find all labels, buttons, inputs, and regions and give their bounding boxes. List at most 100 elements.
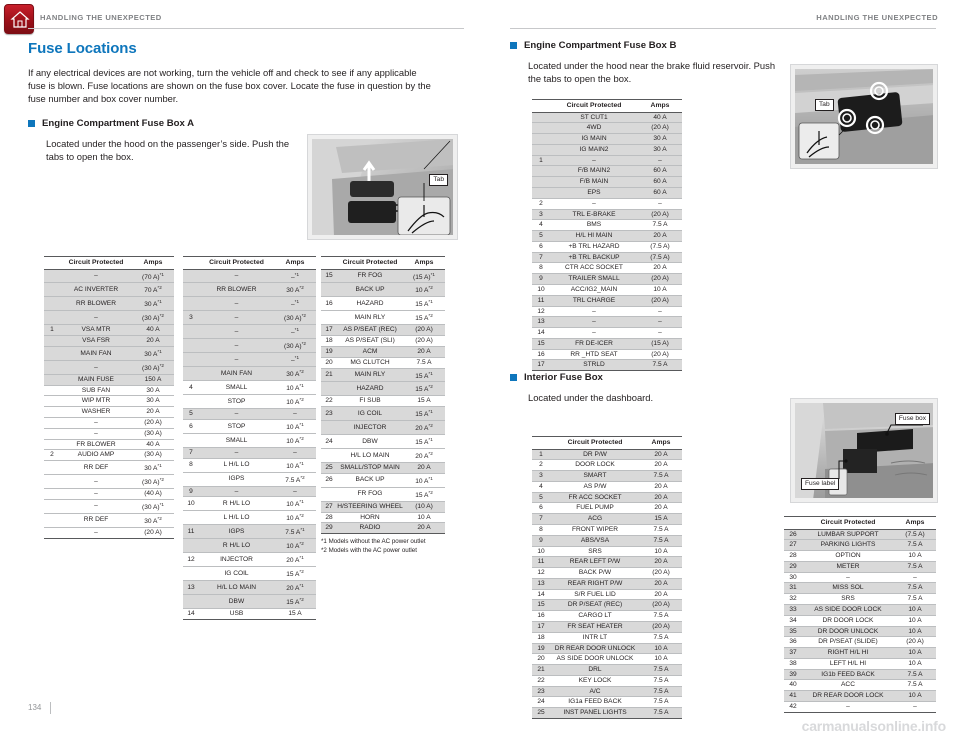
cell-fuse-number: 28 <box>321 512 337 524</box>
cell-fuse-number: 3 <box>532 209 550 221</box>
cell-circuit-protected: F/B MAIN <box>550 176 638 188</box>
cell-amps: 10 A <box>640 643 682 655</box>
cell-amps: 10 A <box>894 604 936 616</box>
cell-circuit-protected: FR BLOWER <box>60 439 132 451</box>
cell-fuse-number: 16 <box>532 610 550 622</box>
cell-fuse-number: 1 <box>44 324 60 337</box>
table-row: 21 DRL 7.5 A <box>532 664 682 676</box>
cell-amps: – <box>638 316 682 329</box>
cell-amps: 30 A <box>638 144 682 156</box>
table-fuse-box-b: Circuit Protected Amps ST CUT1 40 A 4WD (20… <box>532 99 682 372</box>
table-row: INJECTOR 20 A*2 <box>321 420 445 436</box>
cell-fuse-number <box>44 417 60 429</box>
cell-amps: – <box>894 701 936 713</box>
cell-amps: 15 A <box>274 608 316 620</box>
cell-circuit-protected: – <box>199 296 274 312</box>
cell-circuit-protected: IGPS <box>199 524 274 540</box>
cell-amps: 15 A*2 <box>403 310 445 326</box>
cell-fuse-number: 29 <box>784 561 802 573</box>
footnote-1: *1 Models without the AC power outlet <box>321 538 426 546</box>
cell-fuse-number <box>44 296 60 312</box>
cell-fuse-number: 33 <box>784 604 802 616</box>
cell-fuse-number: 38 <box>784 658 802 670</box>
cell-circuit-protected: FR FOG <box>337 487 403 502</box>
cell-fuse-number: 10 <box>532 284 550 296</box>
cell-amps: (15 A) <box>638 338 682 350</box>
table-row: STOP 10 A*2 <box>183 394 316 410</box>
cell-amps: (20 A) <box>638 295 682 307</box>
cell-circuit-protected: INTR LT <box>550 632 640 644</box>
col-amps-header: Amps <box>274 256 316 270</box>
cell-fuse-number: 37 <box>784 647 802 659</box>
table-row: WIP MTR 30 A <box>44 395 174 408</box>
cell-circuit-protected: REAR RIGHT P/W <box>550 578 640 590</box>
table-row: 26 LUMBAR SUPPORT (7.5 A) <box>784 529 936 541</box>
cell-fuse-number: 17 <box>532 359 550 372</box>
cell-fuse-number: 1 <box>532 449 550 461</box>
cell-fuse-number: 30 <box>784 572 802 584</box>
cell-circuit-protected: IGPS <box>199 472 274 487</box>
cell-fuse-number: 17 <box>532 621 550 633</box>
table-row: RR BLOWER 30 A*2 <box>183 282 316 298</box>
cell-amps: 10 A*2 <box>274 394 316 410</box>
cell-fuse-number <box>321 448 337 464</box>
cell-fuse-number <box>183 352 199 368</box>
table-row: 30– – <box>784 572 936 584</box>
table-row: 19 DR REAR DOOR UNLOCK 10 A <box>532 643 682 655</box>
table-row: 4WD (20 A) <box>532 122 682 135</box>
home-icon[interactable] <box>4 4 34 34</box>
cell-amps: 30 A*2 <box>132 513 174 528</box>
table-row: 22 KEY LOCK 7.5 A <box>532 675 682 687</box>
table-row: 14 S/R FUEL LID 20 A <box>532 589 682 601</box>
cell-circuit-protected: FI SUB <box>337 395 403 408</box>
cell-fuse-number <box>44 499 60 514</box>
cell-fuse-number: 18 <box>321 335 337 347</box>
cell-circuit-protected: STOP <box>199 419 274 434</box>
cell-circuit-protected: L H/L LO <box>199 458 274 473</box>
cell-amps: (7.5 A) <box>638 252 682 264</box>
cell-circuit-protected: AC INVERTER <box>60 282 132 298</box>
body-fuse-box-a: Located under the hood on the passenger’… <box>46 137 290 162</box>
cell-amps: 20 A <box>638 230 682 242</box>
cell-fuse-number <box>183 269 199 284</box>
cell-circuit-protected: KEY LOCK <box>550 675 640 687</box>
table-row: WASHER 20 A <box>44 406 174 418</box>
table-row: 17 AS P/SEAT (REC) (20 A) <box>321 324 445 337</box>
table-row: – (40 A) <box>44 488 174 500</box>
table-row: 27 PARKING LIGHTS 7.5 A <box>784 539 936 552</box>
col-circuit-header: Circuit Protected <box>550 436 640 450</box>
cell-circuit-protected: RR DEF <box>60 460 132 476</box>
table-row: 25 INST PANEL LIGHTS 7.5 A <box>532 707 682 720</box>
cell-fuse-number <box>44 488 60 500</box>
cell-fuse-number: 24 <box>321 434 337 450</box>
cell-fuse-number: 18 <box>532 632 550 644</box>
cell-amps: 20 A <box>640 481 682 493</box>
cell-fuse-number: 3 <box>532 470 550 482</box>
cell-fuse-number: 32 <box>784 593 802 605</box>
cell-fuse-number <box>183 394 199 410</box>
cell-amps: (20 A) <box>638 273 682 285</box>
cell-circuit-protected: R H/L LO <box>199 538 274 554</box>
cell-fuse-number: 27 <box>784 539 802 552</box>
table-row: 15 FR FOG (15 A)*1 <box>321 269 445 284</box>
cell-fuse-number <box>44 335 60 347</box>
cell-fuse-number: 12 <box>183 552 199 568</box>
table-row: VSA FSR 20 A <box>44 335 174 347</box>
table-row: 18 AS P/SEAT (SLI) (20 A) <box>321 335 445 347</box>
table-row: H/L LO MAIN 20 A*2 <box>321 448 445 464</box>
cell-fuse-number <box>44 513 60 528</box>
cell-fuse-number: 2 <box>532 198 550 210</box>
watermark: carmanualsonline.info <box>801 718 947 734</box>
cell-circuit-protected: 4WD <box>550 122 638 135</box>
cell-circuit-protected: STOP <box>199 394 274 410</box>
cell-circuit-protected: DOOR LOCK <box>550 459 640 472</box>
cell-circuit-protected: WASHER <box>60 406 132 418</box>
cell-amps: (20 A) <box>638 209 682 221</box>
cell-amps: 7.5 A <box>638 359 682 372</box>
cell-fuse-number: 7 <box>532 252 550 264</box>
table-row: 10 SRS 10 A <box>532 546 682 558</box>
cell-circuit-protected: BACK P/W <box>550 567 640 579</box>
cell-fuse-number <box>183 338 199 354</box>
cell-amps: 15 A*1 <box>403 434 445 450</box>
cell-circuit-protected: – <box>60 428 132 440</box>
